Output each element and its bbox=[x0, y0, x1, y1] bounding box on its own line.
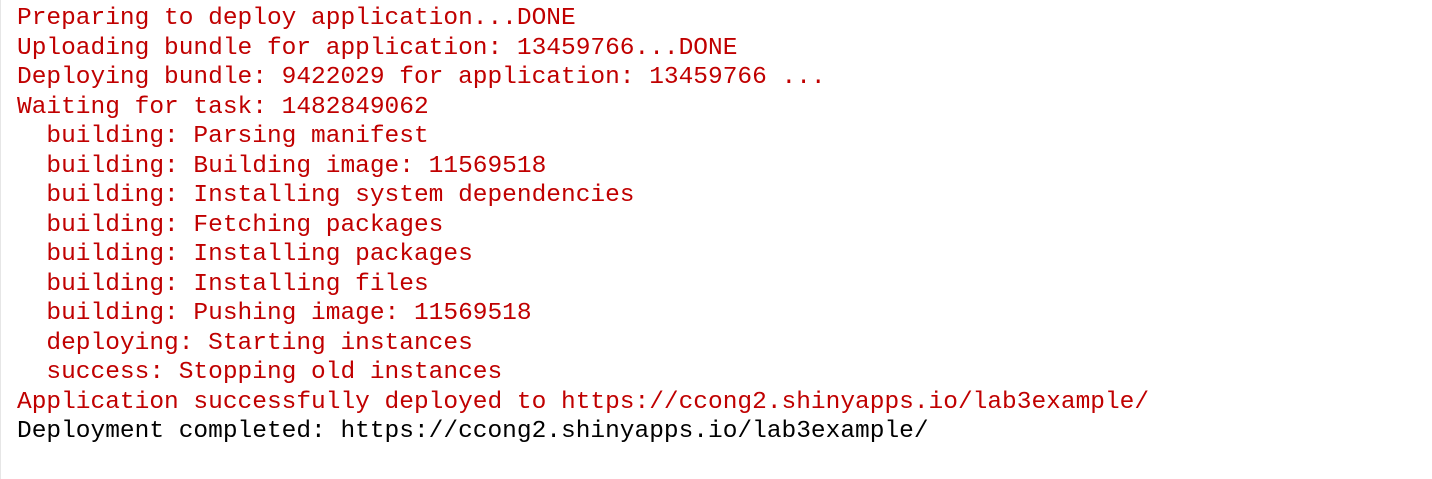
console-line-building-image: building: Building image: 11569518 bbox=[17, 152, 547, 180]
console-line-starting-instances: deploying: Starting instances bbox=[17, 329, 473, 357]
console-line-system-dependencies: building: Installing system dependencies bbox=[17, 182, 635, 209]
console-output: Preparing to deploy application...DONE U… bbox=[0, 0, 1432, 479]
console-line-installing-packages: building: Installing packages bbox=[17, 241, 473, 268]
console-line-deploy-bundle: Deploying bundle: 9422029 for applicatio… bbox=[17, 64, 826, 91]
console-line-waiting-task: Waiting for task: 1482849062 bbox=[17, 93, 429, 121]
console-line-pushing-image: building: Pushing image: 11569518 bbox=[17, 300, 532, 327]
console-line-fetching-packages: building: Fetching packages bbox=[17, 211, 444, 239]
console-line-parsing-manifest: building: Parsing manifest bbox=[17, 123, 429, 150]
console-line-stopping-old-instances: success: Stopping old instances bbox=[17, 359, 503, 386]
console-line-prepare: Preparing to deploy application...DONE bbox=[17, 5, 576, 32]
console-line-installing-files: building: Installing files bbox=[17, 270, 429, 298]
console-line-upload: Uploading bundle for application: 134597… bbox=[17, 34, 738, 62]
console-line-deployment-completed: Deployment completed: https://ccong2.shi… bbox=[17, 418, 929, 445]
console-line-deployed-success: Application successfully deployed to htt… bbox=[17, 388, 1150, 416]
